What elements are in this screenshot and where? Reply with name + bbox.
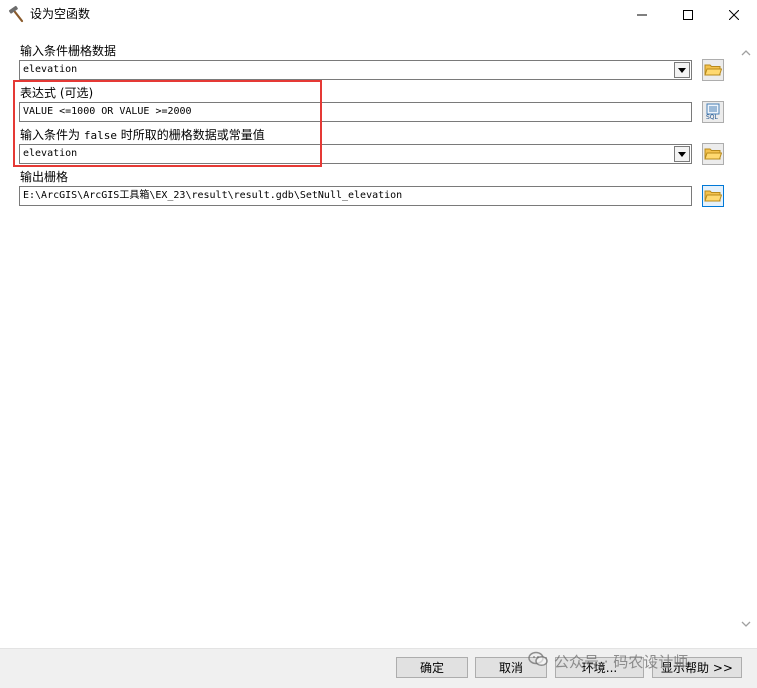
false-raster-combobox[interactable]: elevation xyxy=(19,144,692,164)
false-raster-label-post: 时所取的栅格数据或常量值 xyxy=(120,128,265,142)
expression-value: VALUE <=1000 OR VALUE >=2000 xyxy=(23,106,192,117)
open-folder-icon xyxy=(704,145,723,164)
hammer-icon xyxy=(7,5,25,23)
minimize-icon xyxy=(637,10,647,20)
output-raster-browse-button[interactable] xyxy=(702,185,724,207)
open-folder-icon xyxy=(704,187,723,206)
input-raster-value: elevation xyxy=(23,64,78,75)
output-raster-input[interactable]: E:\ArcGIS\ArcGIS工具箱\EX_23\result\result.… xyxy=(19,186,692,206)
chevron-up-icon xyxy=(741,45,751,59)
scroll-down-button[interactable] xyxy=(735,613,757,633)
input-raster-browse-button[interactable] xyxy=(702,59,724,81)
dropdown-arrow-icon[interactable] xyxy=(674,62,690,78)
input-raster-label: 输入条件栅格数据 xyxy=(20,44,117,58)
false-raster-browse-button[interactable] xyxy=(702,143,724,165)
cancel-button[interactable]: 取消 xyxy=(475,657,547,678)
maximize-button[interactable] xyxy=(665,0,711,30)
false-raster-label-pre: 输入条件为 xyxy=(20,128,81,142)
minimize-button[interactable] xyxy=(619,0,665,30)
vertical-scrollbar[interactable] xyxy=(735,30,757,648)
window-title: 设为空函数 xyxy=(30,7,91,21)
sql-builder-button[interactable]: SQL xyxy=(702,101,724,123)
show-help-button[interactable]: 显示帮助 >> xyxy=(652,657,742,678)
maximize-icon xyxy=(683,10,693,20)
environments-button[interactable]: 环境... xyxy=(555,657,644,678)
ok-button[interactable]: 确定 xyxy=(396,657,468,678)
sql-icon-label: SQL xyxy=(706,114,718,121)
false-raster-label-keyword: false xyxy=(83,129,117,142)
title-bar: 设为空函数 xyxy=(0,0,757,30)
scroll-up-button[interactable] xyxy=(735,42,757,62)
open-folder-icon xyxy=(704,61,723,80)
output-raster-value: E:\ArcGIS\ArcGIS工具箱\EX_23\result\result.… xyxy=(23,190,403,201)
expression-label: 表达式 (可选) xyxy=(20,86,94,100)
chevron-down-icon xyxy=(741,616,751,630)
output-raster-label: 输出栅格 xyxy=(20,170,69,184)
close-button[interactable] xyxy=(711,0,757,30)
dialog-footer: 确定 取消 环境... 显示帮助 >> xyxy=(0,648,757,688)
tool-parameters-panel: 输入条件栅格数据 elevation 表达式 (可选) VALUE <=1000… xyxy=(0,30,735,648)
sql-icon: SQL xyxy=(704,103,722,121)
false-raster-value: elevation xyxy=(23,148,78,159)
false-raster-label: 输入条件为 false 时所取的栅格数据或常量值 xyxy=(20,127,265,144)
close-icon xyxy=(729,10,739,20)
dropdown-arrow-icon[interactable] xyxy=(674,146,690,162)
expression-input[interactable]: VALUE <=1000 OR VALUE >=2000 xyxy=(19,102,692,122)
input-raster-combobox[interactable]: elevation xyxy=(19,60,692,80)
